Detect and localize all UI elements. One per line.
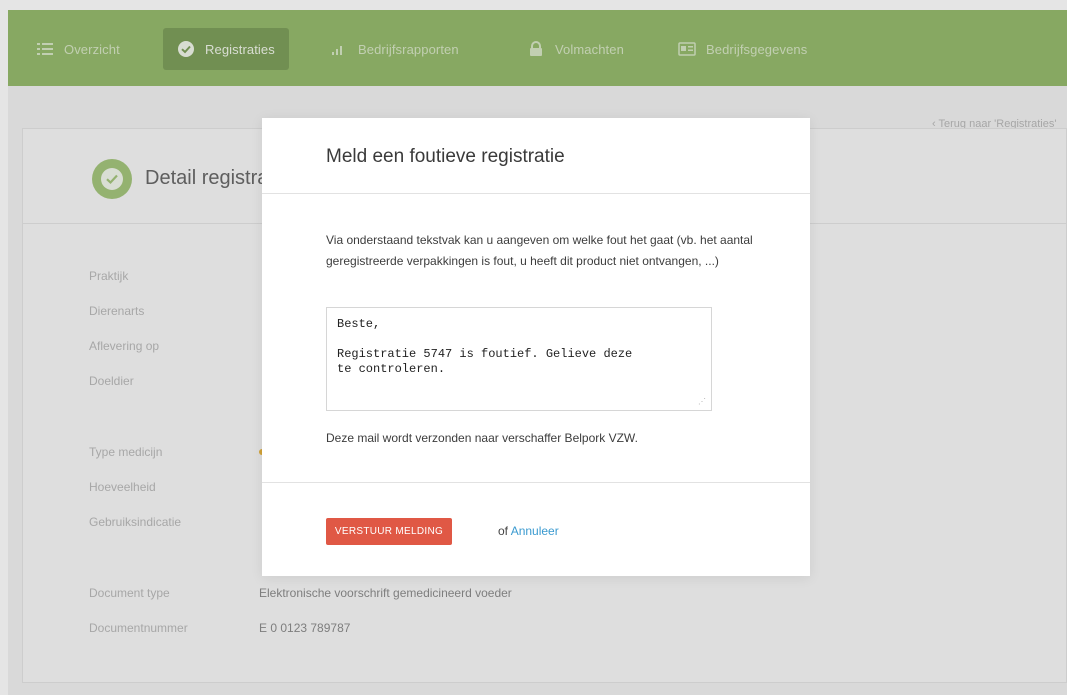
resize-grip-icon[interactable]: ⋰ <box>698 398 708 408</box>
dialog-description: Via onderstaand tekstvak kan u aangeven … <box>326 233 753 268</box>
send-report-button[interactable]: VERSTUUR MELDING <box>326 518 452 545</box>
message-textarea[interactable] <box>326 307 712 411</box>
recipient-note: Deze mail wordt verzonden naar verschaff… <box>326 431 638 445</box>
divider <box>262 482 810 483</box>
dialog-title: Meld een foutieve registratie <box>326 146 565 167</box>
or-cancel-text: of Annuleer <box>498 524 559 538</box>
report-error-dialog: Meld een foutieve registratie Via onders… <box>262 118 810 576</box>
cancel-link[interactable]: Annuleer <box>511 524 559 538</box>
divider <box>262 193 810 194</box>
